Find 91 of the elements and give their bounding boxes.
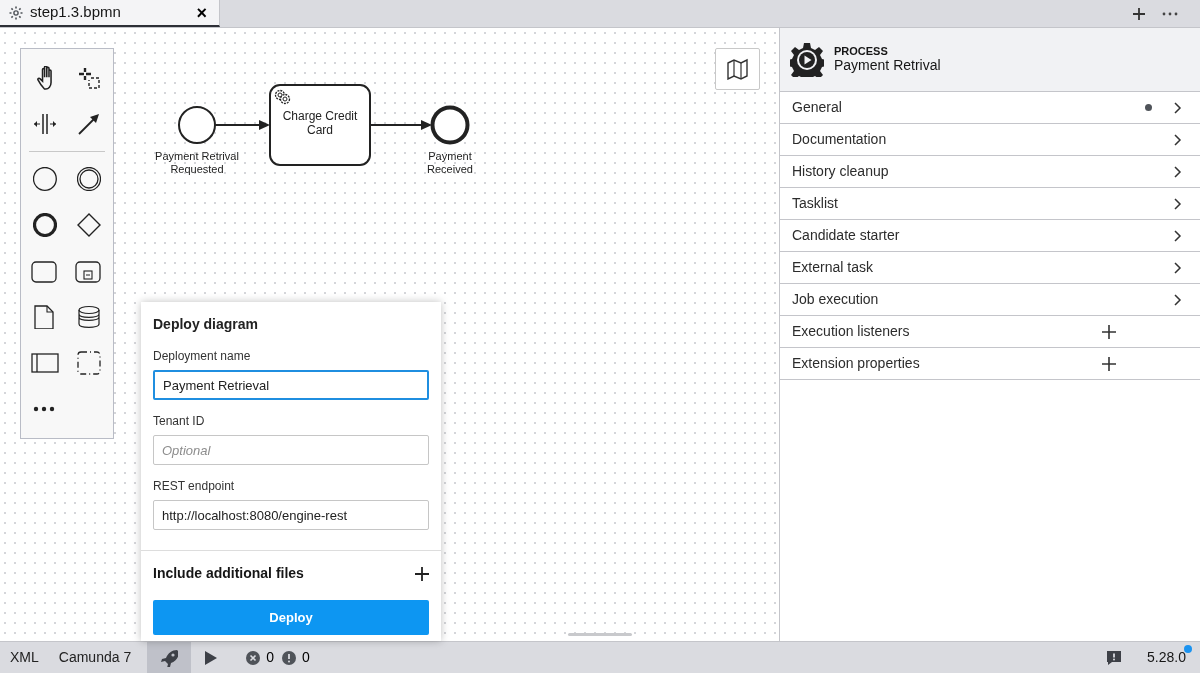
plus-icon	[415, 567, 429, 582]
chevron-right-icon	[1174, 197, 1182, 210]
plus-icon	[1102, 324, 1116, 339]
space-tool-icon	[33, 112, 57, 136]
start-event[interactable]	[178, 106, 216, 144]
property-group-header[interactable]: Documentation	[780, 124, 1200, 156]
pool-icon	[31, 351, 59, 375]
add-button[interactable]	[1102, 356, 1116, 371]
double-circle-icon	[77, 167, 101, 191]
group-label: Execution listeners	[792, 322, 911, 341]
sequence-flow[interactable]	[369, 120, 432, 130]
expand-button[interactable]	[1174, 261, 1182, 274]
plus-icon	[1102, 356, 1116, 371]
more-icon	[33, 406, 57, 412]
group-label: External task	[792, 258, 874, 277]
hand-tool-icon	[36, 66, 54, 90]
event-label: Payment Received	[427, 150, 473, 175]
file-tab[interactable]: step1.3.bpmn ×	[0, 0, 220, 27]
minimap-button[interactable]	[715, 48, 760, 90]
gears-icon	[274, 89, 291, 105]
tab-title: step1.3.bpmn	[30, 2, 121, 23]
map-icon	[726, 58, 749, 80]
group-label: Tasklist	[792, 194, 839, 213]
chevron-right-icon	[1174, 293, 1182, 306]
property-group-header[interactable]: History cleanup	[780, 156, 1200, 188]
group-label: History cleanup	[792, 162, 890, 181]
section-title: Include additional files	[153, 564, 304, 583]
problems-button[interactable]: 0 0	[230, 642, 327, 673]
subprocess-icon	[75, 259, 103, 283]
format-label[interactable]: XML	[0, 647, 49, 668]
process-gear-icon	[790, 42, 824, 77]
lasso-tool-icon	[77, 66, 101, 90]
event-label: Payment Retrival Requested	[155, 150, 239, 175]
chevron-right-icon	[1174, 165, 1182, 178]
rounded-rectangle-icon	[31, 259, 59, 283]
chevron-right-icon	[1174, 133, 1182, 146]
group-label: Job execution	[792, 290, 880, 309]
play-icon	[204, 650, 218, 665]
element-name: Payment Retrival	[834, 57, 941, 74]
sequence-flow[interactable]	[214, 120, 270, 130]
group-label: General	[792, 98, 843, 117]
chevron-right-icon	[1174, 229, 1182, 242]
input-field[interactable]: Optional	[153, 435, 429, 465]
expand-button[interactable]	[1174, 197, 1182, 210]
end-event[interactable]	[430, 105, 470, 145]
document-icon	[33, 305, 57, 329]
group-label: Documentation	[792, 130, 888, 149]
database-icon	[77, 305, 101, 329]
expand-button[interactable]	[1174, 101, 1182, 114]
error-count: 0	[265, 648, 275, 667]
warning-icon	[282, 650, 296, 665]
service-task[interactable]	[269, 84, 371, 166]
popover-title: Deploy diagram	[153, 315, 260, 334]
rocket-icon	[160, 648, 179, 667]
deploy-button[interactable]	[147, 642, 192, 673]
error-icon	[246, 650, 261, 665]
property-group-header[interactable]: Candidate starter	[780, 220, 1200, 252]
input-field[interactable]: Payment Retrieval	[153, 370, 429, 400]
task-label: Charge Credit Card	[282, 109, 358, 137]
add-button[interactable]	[1102, 324, 1116, 339]
property-group-header[interactable]: Tasklist	[780, 188, 1200, 220]
dashed-group-icon	[77, 351, 101, 375]
property-group-header[interactable]: Extension properties	[780, 348, 1200, 380]
expand-button[interactable]	[1174, 229, 1182, 242]
property-group-header[interactable]: External task	[780, 252, 1200, 284]
expand-button[interactable]	[1174, 293, 1182, 306]
chevron-right-icon	[1174, 101, 1182, 114]
field-label: Tenant ID	[153, 413, 206, 430]
chevron-right-icon	[1174, 261, 1182, 274]
field-label: Deployment name	[153, 348, 252, 365]
diamond-icon	[77, 213, 101, 237]
plus-icon	[1132, 6, 1146, 21]
more-icon	[1162, 11, 1178, 16]
expand-button[interactable]	[1174, 133, 1182, 146]
gear-icon	[8, 4, 24, 21]
engine-label[interactable]: Camunda 7	[48, 647, 142, 668]
input-field[interactable]: http://localhost:8080/engine-rest	[153, 500, 429, 530]
field-label: REST endpoint	[153, 478, 236, 495]
arrow-tool-icon	[77, 112, 101, 136]
version-label[interactable]: 5.28.0	[1147, 649, 1186, 665]
feedback-icon	[1106, 649, 1123, 666]
group-label: Candidate starter	[792, 226, 901, 245]
resize-handle[interactable]	[568, 633, 632, 636]
element-type: PROCESS	[834, 45, 889, 58]
property-group-header[interactable]: Execution listeners	[780, 316, 1200, 348]
close-button[interactable]: ×	[192, 3, 211, 22]
expand-button[interactable]	[1174, 165, 1182, 178]
property-group-header[interactable]: Job execution	[780, 284, 1200, 316]
property-group-header[interactable]: General	[780, 92, 1200, 124]
group-label: Extension properties	[792, 354, 921, 373]
warning-count: 0	[301, 648, 311, 667]
